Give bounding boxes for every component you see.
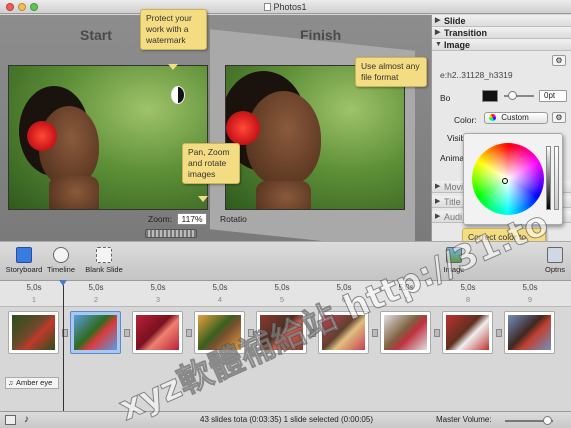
color-wheel-icon <box>489 114 496 121</box>
transition-marker[interactable] <box>124 329 130 337</box>
master-volume-label: Master Volume: <box>436 415 492 424</box>
disclosure-right-icon: ▶ <box>435 17 441 24</box>
main-toolbar: Storyboard Timeline Blank Slide Image Op… <box>0 241 571 281</box>
image-icon <box>446 247 462 263</box>
title-bar: Photos1 <box>0 0 571 14</box>
slide-number: 5 <box>279 295 285 304</box>
volume-slider-knob[interactable] <box>543 416 552 425</box>
tip-file-format: Use almost any file format <box>355 57 427 87</box>
disclosure-right-icon: ▶ <box>435 29 441 36</box>
zoom-label: Zoom: <box>148 214 173 224</box>
border-label: Bo <box>440 93 451 103</box>
slide-duration: 5,0s <box>274 283 290 292</box>
slide-duration: 5,0s <box>26 283 42 292</box>
gear-icon[interactable]: ⚙ <box>552 112 566 123</box>
slide-thumbnail[interactable] <box>318 311 369 354</box>
zoom-slider[interactable] <box>145 229 197 238</box>
music-icon[interactable]: ♪ <box>24 412 29 428</box>
transition-marker[interactable] <box>186 329 192 337</box>
storyboard-icon <box>16 247 32 263</box>
tip-pan-zoom-arrow <box>198 196 208 202</box>
slide-duration: 5,0s <box>522 283 538 292</box>
status-bar: ♪ 43 slides tota (0:03:35) 1 slide selec… <box>0 411 571 428</box>
slide-number: 7 <box>403 295 409 304</box>
images-button[interactable]: Image <box>440 244 468 274</box>
section-slide[interactable]: ▶ Slide <box>432 15 571 27</box>
transition-marker[interactable] <box>310 329 316 337</box>
disclosure-down-icon: ▼ <box>435 41 442 48</box>
slide-number: 9 <box>527 295 533 304</box>
slide-thumbnail[interactable] <box>8 311 59 354</box>
slide-number: 4 <box>217 295 223 304</box>
window-title: Photos1 <box>0 2 571 12</box>
disclosure-right-icon: ▶ <box>435 198 441 205</box>
options-button[interactable]: Optns <box>540 244 570 274</box>
section-image[interactable]: ▼ Image <box>432 39 571 51</box>
audio-track[interactable]: ♫ Amber eye <box>5 377 59 389</box>
color-label: Color: <box>454 115 477 125</box>
slide-thumbnail[interactable] <box>256 311 307 354</box>
audio-icon: ♫ <box>8 380 14 387</box>
slide-thumbnail[interactable] <box>132 311 183 354</box>
timeline-area: 5,0s 1 5,0s 2 5,0s 3 5,0s 4 5,0s 5 5,0s 6 5,0s 7 5,0s 8… <box>0 281 571 411</box>
border-width-field[interactable]: 0pt <box>539 90 567 102</box>
transition-marker[interactable] <box>434 329 440 337</box>
slide-duration: 5,0s <box>460 283 476 292</box>
brightness-slider[interactable] <box>546 146 551 210</box>
color-selection-marker[interactable] <box>502 178 508 184</box>
document-icon <box>264 3 272 11</box>
clock-icon <box>53 247 69 263</box>
disclosure-right-icon: ▶ <box>435 213 441 220</box>
slide-number: 2 <box>93 295 99 304</box>
preview-stage: Start Finish Protect your work with a wa… <box>0 9 431 251</box>
transition-marker[interactable] <box>372 329 378 337</box>
playhead-line[interactable] <box>63 283 64 411</box>
slide-number: 8 <box>465 295 471 304</box>
slide-number: 1 <box>31 295 37 304</box>
border-slider-knob[interactable] <box>508 91 517 100</box>
timeline-button[interactable]: Timeline <box>44 244 78 274</box>
playhead-marker[interactable] <box>59 280 67 286</box>
slide-number: 6 <box>341 295 347 304</box>
transition-marker[interactable] <box>248 329 254 337</box>
status-summary: 43 slides tota (0:03:35) 1 slide selecte… <box>200 415 373 424</box>
slide-duration: 5,0s <box>150 283 166 292</box>
blank-slide-button[interactable]: Blank Slide <box>82 244 126 274</box>
rotation-label: Rotatio <box>219 214 247 224</box>
slide-thumbnail[interactable] <box>442 311 493 354</box>
zoom-control: Zoom: 117% Rotatio <box>148 213 247 225</box>
start-label: Start <box>80 27 112 43</box>
blank-slide-icon <box>96 247 112 263</box>
zoom-field[interactable]: 117% <box>177 213 207 225</box>
slide-thumbnail[interactable] <box>380 311 431 354</box>
animation-label: Anima <box>440 153 465 163</box>
color-wheel[interactable] <box>472 143 544 215</box>
color-picker-popover <box>463 133 563 225</box>
color-popup[interactable]: Custom <box>484 112 548 124</box>
transition-marker[interactable] <box>496 329 502 337</box>
slide-thumbnail[interactable] <box>194 311 245 354</box>
section-transition[interactable]: ▶ Transition <box>432 27 571 39</box>
tip-watermark: Protect your work with a watermark <box>140 9 207 50</box>
storyboard-button[interactable]: Storyboard <box>4 244 44 274</box>
slide-thumbnail[interactable] <box>504 311 555 354</box>
disclosure-right-icon: ▶ <box>435 183 441 190</box>
border-color-well[interactable] <box>482 90 498 102</box>
tip-pan-zoom: Pan, Zoom and rotate images <box>182 143 240 184</box>
slide-duration: 5,0s <box>88 283 104 292</box>
tip-watermark-arrow <box>168 64 178 70</box>
add-image-icon[interactable] <box>5 415 16 425</box>
slide-duration: 5,0s <box>398 283 414 292</box>
slide-thumbnail[interactable] <box>70 311 121 354</box>
slide-duration: 5,0s <box>336 283 352 292</box>
slide-duration: 5,0s <box>212 283 228 292</box>
timeline-ruler: 5,0s 1 5,0s 2 5,0s 3 5,0s 4 5,0s 5 5,0s 6 5,0s 7 5,0s 8… <box>0 281 571 307</box>
file-name: e:h2..31128_h3319 <box>440 70 513 80</box>
wrench-icon <box>547 247 563 263</box>
slide-number: 3 <box>155 295 161 304</box>
opacity-slider[interactable] <box>554 146 559 210</box>
watermark-logo <box>171 86 185 104</box>
gear-icon[interactable]: ⚙ <box>552 55 566 66</box>
